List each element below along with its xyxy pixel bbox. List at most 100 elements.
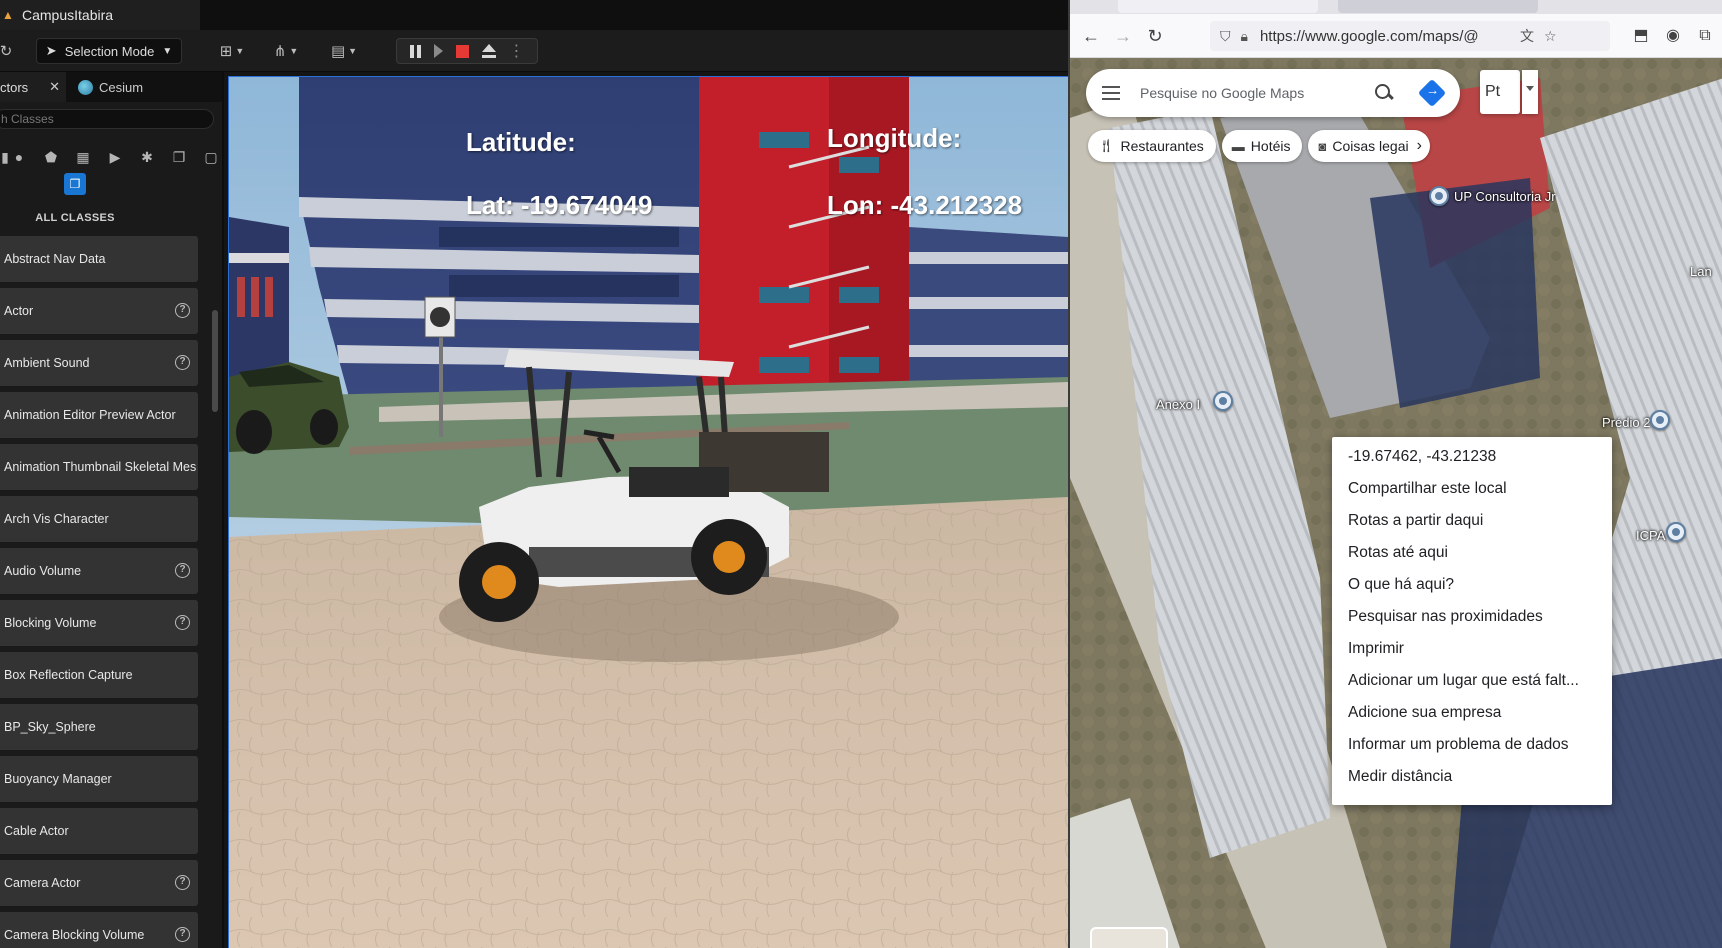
class-search-input[interactable]: h Classes bbox=[0, 109, 214, 129]
context-menu-item[interactable]: Adicionar um lugar que está falt... bbox=[1332, 665, 1612, 697]
class-list-item[interactable]: Box Reflection Capture bbox=[0, 652, 198, 698]
visual-effects-icon[interactable]: ▶ bbox=[106, 148, 124, 166]
cinematics-icon[interactable]: ▤ ▼ bbox=[324, 38, 364, 64]
chip-hoteis[interactable]: ▬ Hotéis bbox=[1221, 130, 1303, 162]
help-icon[interactable]: ? bbox=[175, 563, 190, 578]
chip-coisas-legais[interactable]: ◙ Coisas legai › bbox=[1308, 130, 1430, 162]
place-label-icpa[interactable]: ICPA bbox=[1636, 528, 1665, 543]
account-icon[interactable]: ◉ bbox=[1662, 25, 1684, 47]
class-list-item[interactable]: Buoyancy Manager bbox=[0, 756, 198, 802]
map-context-menu: -19.67462, -43.21238 Compartilhar este lo… bbox=[1332, 437, 1612, 805]
unreal-toolbar: ↻ ➤ Selection Mode ▼ ⊞ ▼ ⋔ ▼ ▤ ▼ ⋮ bbox=[0, 30, 1068, 72]
layers-thumbnail[interactable] bbox=[1090, 927, 1168, 948]
class-list-item-label: Box Reflection Capture bbox=[4, 668, 133, 682]
url-text[interactable]: https://www.google.com/maps/@ bbox=[1260, 28, 1510, 45]
class-list-item-label: Arch Vis Character bbox=[4, 512, 109, 526]
context-menu-item[interactable]: Compartilhar este local bbox=[1332, 473, 1612, 505]
class-list-item[interactable]: Cable Actor bbox=[0, 808, 198, 854]
context-menu-item[interactable]: Rotas até aqui bbox=[1332, 537, 1612, 569]
all-classes-icon[interactable]: ▢ bbox=[202, 148, 220, 166]
context-menu-item[interactable]: Pesquisar nas proximidades bbox=[1332, 601, 1612, 633]
more-options-icon[interactable]: ⋮ bbox=[509, 41, 525, 61]
class-list-item[interactable]: Camera Blocking Volume? bbox=[0, 912, 198, 948]
class-list-item[interactable]: Arch Vis Character bbox=[0, 496, 198, 542]
context-menu-item[interactable]: Rotas a partir daqui bbox=[1332, 505, 1612, 537]
shape-icon[interactable]: ⬟ bbox=[42, 148, 60, 166]
language-dropdown-icon[interactable] bbox=[1522, 70, 1538, 114]
context-menu-item[interactable]: Adicione sua empresa bbox=[1332, 697, 1612, 729]
geometry-icon[interactable]: ❐ bbox=[170, 148, 188, 166]
class-list-item-label: Actor bbox=[4, 304, 34, 318]
class-list-item[interactable]: Ambient Sound? bbox=[0, 340, 198, 386]
tab-place-actors[interactable]: ctors ✕ bbox=[0, 72, 66, 102]
all-classes-heading: ALL CLASSES bbox=[35, 212, 115, 224]
redo-icon[interactable]: ↻ bbox=[0, 38, 12, 64]
class-list-item[interactable]: Audio Volume? bbox=[0, 548, 198, 594]
context-menu-item[interactable]: Informar um problema de dados bbox=[1332, 729, 1612, 761]
translate-icon[interactable]: 文 bbox=[1520, 26, 1534, 46]
class-list-item[interactable]: Animation Thumbnail Skeletal Mes bbox=[0, 444, 198, 490]
browser-tab-maps[interactable] bbox=[1338, 0, 1538, 13]
add-actor-icon[interactable]: ⊞ ▼ bbox=[212, 38, 252, 64]
help-icon[interactable]: ? bbox=[175, 875, 190, 890]
language-button[interactable]: Pt bbox=[1480, 70, 1520, 114]
context-menu-coordinates[interactable]: -19.67462, -43.21238 bbox=[1332, 441, 1612, 473]
browser-nav-bar: ← → ↻ ⛉ 🔒︎ https://www.google.com/maps/@… bbox=[1070, 14, 1722, 58]
place-pin-up-consultoria[interactable] bbox=[1429, 186, 1449, 206]
class-list-item[interactable]: Blocking Volume? bbox=[0, 600, 198, 646]
place-label-lan[interactable]: Lan bbox=[1690, 264, 1712, 279]
maps-search-input[interactable]: Pesquise no Google Maps bbox=[1140, 85, 1370, 101]
place-pin-icpa[interactable] bbox=[1666, 522, 1686, 542]
google-map[interactable]: Pesquise no Google Maps Pt 🍴︎ Restaurant… bbox=[1070, 58, 1722, 948]
pause-icon[interactable] bbox=[409, 44, 421, 58]
stop-icon[interactable] bbox=[455, 44, 469, 58]
class-list-item[interactable]: Camera Actor? bbox=[0, 860, 198, 906]
volumes-icon[interactable]: ✱ bbox=[138, 148, 156, 166]
context-menu-item[interactable]: O que há aqui? bbox=[1332, 569, 1612, 601]
maps-search-box[interactable]: Pesquise no Google Maps bbox=[1086, 69, 1460, 117]
selection-mode-dropdown[interactable]: ➤ Selection Mode ▼ bbox=[36, 38, 182, 64]
reload-icon[interactable]: ↻ bbox=[1144, 25, 1166, 47]
bookmark-star-icon[interactable]: ☆ bbox=[1544, 28, 1557, 45]
help-icon[interactable]: ? bbox=[175, 355, 190, 370]
context-menu-item[interactable]: Imprimir bbox=[1332, 633, 1612, 665]
blueprint-icon[interactable]: ⋔ ▼ bbox=[266, 38, 306, 64]
chevron-right-icon[interactable]: › bbox=[1409, 137, 1430, 155]
camera-icon: ◙ bbox=[1318, 138, 1327, 154]
place-pin-predio2[interactable] bbox=[1650, 410, 1670, 430]
back-icon[interactable]: ← bbox=[1080, 25, 1102, 47]
search-icon[interactable] bbox=[1374, 83, 1394, 103]
help-icon[interactable]: ? bbox=[175, 927, 190, 942]
frame-skip-icon[interactable] bbox=[433, 44, 443, 58]
class-list-item[interactable]: Animation Editor Preview Actor bbox=[0, 392, 198, 438]
class-list-item[interactable]: Abstract Nav Data bbox=[0, 236, 198, 282]
place-label-predio2[interactable]: Prédio 2 bbox=[1602, 415, 1650, 430]
extensions-icon[interactable]: ⧉ bbox=[1694, 25, 1716, 47]
browser-tab-1[interactable] bbox=[1118, 0, 1318, 13]
chip-restaurantes[interactable]: 🍴︎ Restaurantes bbox=[1088, 130, 1216, 162]
forward-icon[interactable]: → bbox=[1112, 25, 1134, 47]
all-classes-selected-icon[interactable]: ❐ bbox=[64, 173, 86, 195]
address-bar[interactable]: ⛉ 🔒︎ https://www.google.com/maps/@ 文 ☆ bbox=[1210, 21, 1610, 51]
shield-icon[interactable]: ⛉ bbox=[1220, 28, 1231, 45]
close-icon[interactable]: ✕ bbox=[49, 79, 60, 95]
chevron-down-icon: ▼ bbox=[162, 45, 173, 57]
class-list-scrollbar[interactable] bbox=[212, 310, 218, 412]
level-viewport[interactable]: Latitude: Lat: -19.674049 Longitude: Lon… bbox=[228, 76, 1068, 948]
help-icon[interactable]: ? bbox=[175, 303, 190, 318]
class-list-item[interactable]: BP_Sky_Sphere bbox=[0, 704, 198, 750]
directions-icon[interactable] bbox=[1417, 78, 1447, 108]
pocket-icon[interactable]: ⬒ bbox=[1630, 25, 1652, 47]
tab-cesium[interactable]: Cesium bbox=[78, 79, 143, 95]
class-list-item[interactable]: Actor? bbox=[0, 288, 198, 334]
lock-icon[interactable]: 🔒︎ bbox=[1241, 28, 1248, 45]
place-label-up-consultoria[interactable]: UP Consultoria Jr bbox=[1454, 189, 1556, 204]
context-menu-item[interactable]: Medir distância bbox=[1332, 761, 1612, 793]
cinematic-icon[interactable]: ▦ bbox=[74, 148, 92, 166]
hamburger-menu-icon[interactable] bbox=[1102, 85, 1124, 101]
place-label-anexo[interactable]: Anexo I bbox=[1156, 397, 1200, 412]
place-pin-anexo[interactable] bbox=[1213, 391, 1233, 411]
help-icon[interactable]: ? bbox=[175, 615, 190, 630]
eject-icon[interactable] bbox=[481, 44, 496, 58]
light-icon[interactable]: ● bbox=[10, 148, 28, 166]
